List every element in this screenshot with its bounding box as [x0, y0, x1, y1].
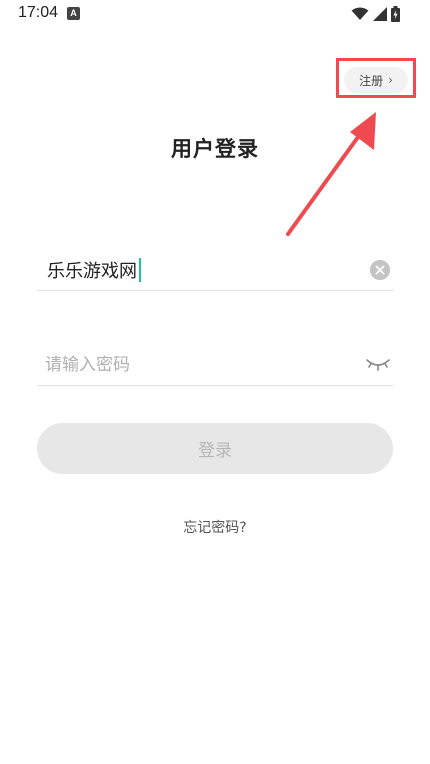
status-bar: 17:04 A: [0, 0, 430, 30]
text-caret: [139, 258, 141, 282]
status-icons: [351, 6, 400, 22]
username-field[interactable]: 乐乐游戏网: [37, 252, 393, 291]
status-time: 17:04: [18, 4, 59, 21]
username-text: 乐乐游戏网: [47, 261, 137, 282]
chevron-right-icon: ›: [388, 73, 393, 87]
register-label: 注册: [359, 73, 384, 88]
page-title: 用户登录: [171, 137, 259, 161]
battery-icon: [391, 6, 400, 22]
username-input[interactable]: 乐乐游戏网: [47, 257, 141, 283]
login-button[interactable]: 登录: [37, 423, 393, 474]
password-field[interactable]: [37, 347, 393, 386]
forgot-password-link[interactable]: 忘记密码?: [0, 517, 430, 537]
eye-closed-icon[interactable]: [366, 355, 390, 373]
wifi-icon: [351, 7, 369, 20]
clear-icon[interactable]: [370, 260, 390, 280]
signal-icon: [373, 7, 387, 21]
notification-a-icon: A: [67, 7, 80, 20]
register-button[interactable]: 注册 ›: [344, 67, 408, 93]
password-input[interactable]: [45, 351, 345, 379]
